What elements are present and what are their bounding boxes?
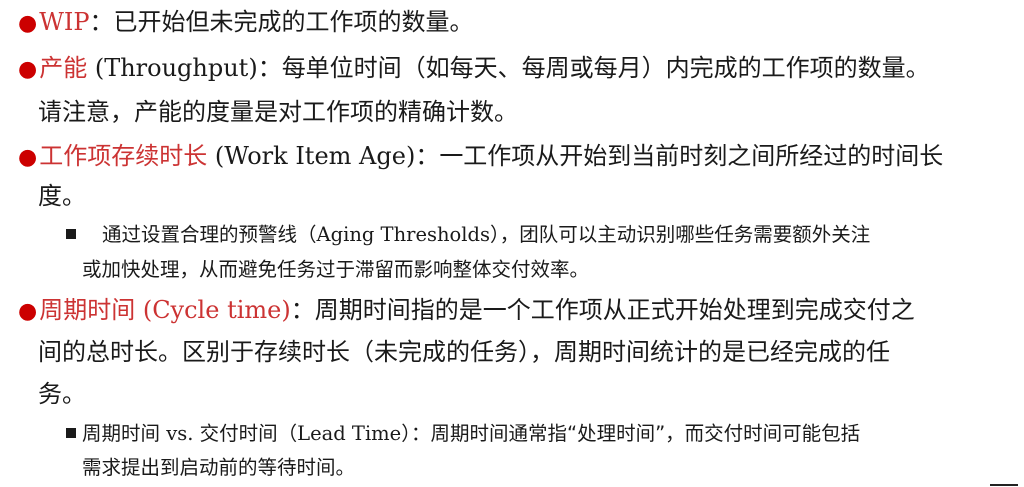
definition-throughput-line2: 请注意，产能的度量是对工作项的精确计数。 bbox=[38, 98, 518, 126]
definition-cycle-time-line2: 间的总时长。区别于存续时长（未完成的任务），周期时间统计的是已经完成的任 bbox=[38, 338, 890, 366]
definition-wip: 已开始但未完成的工作项的数量。 bbox=[113, 8, 474, 36]
divider bbox=[990, 484, 1018, 486]
term-cycle-time: 周期时间 bbox=[39, 296, 136, 324]
subitem-aging-thresholds: 通过设置合理的预警线（Aging Thresholds），团队可以主动识别哪些任… bbox=[66, 225, 870, 245]
separator: ： bbox=[290, 296, 315, 324]
bullet-icon: ● bbox=[18, 57, 38, 82]
lead-text-pre: 周期时间 bbox=[82, 422, 167, 445]
subitem-lead-time-line2: 需求提出到启动前的等待时间。 bbox=[82, 456, 356, 479]
subitem-lead-time: 周期时间 vs. 交付时间（Lead Time）：周期时间通常指“处理时间”，而… bbox=[66, 424, 860, 444]
item-wip: ●WIP：已开始但未完成的工作项的数量。 bbox=[18, 10, 474, 35]
square-bullet-icon bbox=[66, 427, 76, 438]
square-bullet-icon bbox=[66, 228, 76, 239]
definition-cycle-time-line3: 务。 bbox=[38, 380, 86, 408]
definition-throughput-line1: 每单位时间（如每天、每周或每月）内完成的工作项的数量。 bbox=[281, 54, 930, 82]
lead-text-en: Lead Time bbox=[297, 422, 402, 445]
aging-text-post: ），团队可以主动识别哪些任务需要额外关注 bbox=[490, 223, 871, 246]
lead-text-vs: vs. bbox=[166, 422, 194, 445]
lead-text-post: ）：周期时间通常指“处理时间”，而交付时间可能包括 bbox=[401, 422, 861, 445]
separator: ： bbox=[89, 8, 114, 36]
term-throughput-en: (Throughput) bbox=[87, 54, 258, 82]
definition-cycle-time-line1: 周期时间指的是一个工作项从正式开始处理到完成交付之 bbox=[314, 296, 915, 324]
aging-text-pre: 通过设置合理的预警线（ bbox=[102, 223, 317, 246]
item-throughput: ●产能 (Throughput)：每单位时间（如每天、每周或每月）内完成的工作项… bbox=[18, 56, 930, 81]
subitem-aging-thresholds-line2: 或加快处理，从而避免任务过于滞留而影响整体交付效率。 bbox=[82, 258, 590, 281]
item-work-item-age: ●工作项存续时长 (Work Item Age)：一工作项从开始到当前时刻之间所… bbox=[18, 144, 943, 169]
bullet-icon: ● bbox=[18, 11, 38, 36]
term-work-item-age-en: (Work Item Age) bbox=[207, 142, 416, 170]
separator: ： bbox=[415, 142, 440, 170]
term-work-item-age: 工作项存续时长 bbox=[39, 142, 208, 170]
term-cycle-time-en: (Cycle time) bbox=[135, 296, 291, 324]
term-throughput: 产能 bbox=[39, 54, 88, 82]
definition-work-item-age-line1: 一工作项从开始到当前时刻之间所经过的时间长 bbox=[439, 142, 944, 170]
term-wip: WIP bbox=[39, 8, 90, 36]
lead-text-mid: 交付时间（ bbox=[193, 422, 298, 445]
separator: ： bbox=[257, 54, 282, 82]
bullet-icon: ● bbox=[18, 299, 38, 324]
item-cycle-time: ●周期时间 (Cycle time)：周期时间指的是一个工作项从正式开始处理到完… bbox=[18, 298, 915, 323]
definition-work-item-age-line2: 度。 bbox=[38, 182, 86, 210]
bullet-icon: ● bbox=[18, 145, 38, 170]
aging-text-en: Aging Thresholds bbox=[316, 223, 491, 246]
